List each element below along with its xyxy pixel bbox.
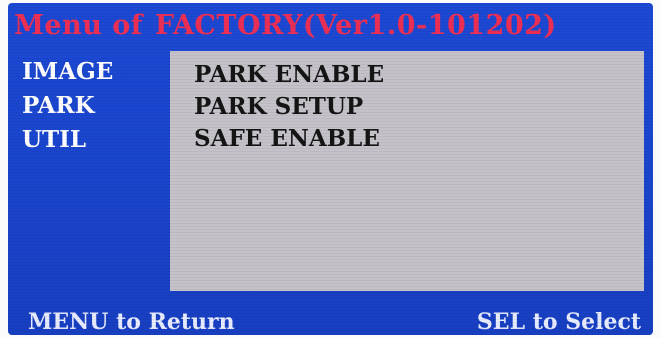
option-park-setup[interactable]: PARK SETUP xyxy=(194,91,363,123)
device-photo: Menu of FACTORY(Ver1.0-101202) IMAGE PARK… xyxy=(0,0,661,338)
menu-return-hint: MENU to Return xyxy=(28,309,235,335)
sidebar-item-image[interactable]: IMAGE xyxy=(22,55,162,89)
options-panel: PARK ENABLE PARK SETUP SAFE ENABLE xyxy=(170,51,644,291)
osd-screen: Menu of FACTORY(Ver1.0-101202) IMAGE PARK… xyxy=(8,3,653,335)
menu-title: Menu of FACTORY(Ver1.0-101202) xyxy=(14,7,650,45)
menu-title-name: FACTORY(Ver1.0-101202) xyxy=(154,10,557,41)
key-hint-bar: MENU to Return SEL to Select xyxy=(8,303,653,335)
sidebar-item-park[interactable]: PARK xyxy=(22,89,162,123)
option-safe-enable[interactable]: SAFE ENABLE xyxy=(194,123,380,155)
sidebar-item-util[interactable]: UTIL xyxy=(22,123,162,157)
category-sidebar: IMAGE PARK UTIL xyxy=(22,55,162,157)
sel-select-hint: SEL to Select xyxy=(476,309,641,335)
option-park-enable[interactable]: PARK ENABLE xyxy=(194,59,384,91)
menu-title-prefix: Menu of xyxy=(14,10,143,41)
